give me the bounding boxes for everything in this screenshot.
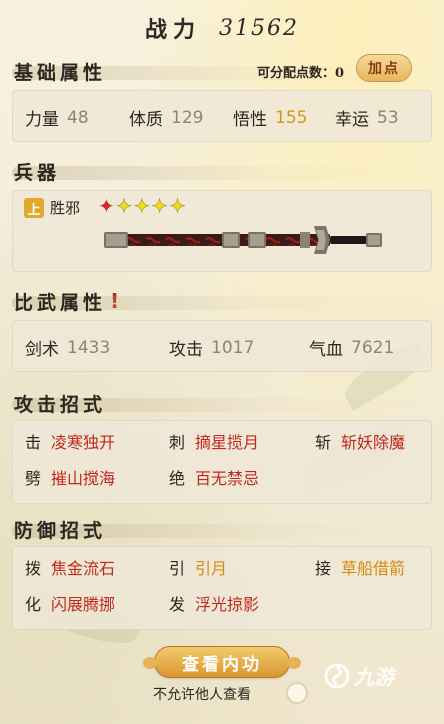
move-type: 刺 (169, 433, 186, 452)
stat-label: 幸运 (335, 110, 369, 130)
section-title: 比武属性 (14, 291, 107, 314)
section-title: 兵器 (14, 161, 61, 184)
sword-icon[interactable] (104, 224, 386, 256)
stat-value: 1017 (211, 337, 255, 358)
move-name: 百无禁忌 (195, 469, 260, 488)
section-title: 防御招式 (14, 519, 107, 542)
watermark: 九游 (324, 661, 394, 690)
stat-luck: 幸运 53 (335, 105, 399, 131)
permit-view-toggle[interactable] (286, 682, 308, 704)
defense-moves-panel: 拨 焦金流石 引 引月 接 草船借箭 化 闪展腾挪 发 浮光掠影 (12, 546, 432, 630)
star-icon: ✦ (133, 194, 151, 218)
move-type: 绝 (169, 469, 186, 488)
stat-label: 力量 (25, 110, 59, 130)
combat-power-value: 31562 (219, 15, 299, 41)
star-icon: ✦ (115, 194, 133, 218)
defense-move[interactable]: 引 引月 (169, 555, 227, 579)
move-type: 化 (25, 595, 42, 614)
move-name: 闪展腾挪 (51, 595, 116, 614)
move-name: 摘星揽月 (195, 433, 260, 452)
move-type: 发 (169, 595, 186, 614)
move-name: 摧山搅海 (51, 469, 116, 488)
move-name: 斩妖除魔 (341, 433, 406, 452)
weapon-grade-badge: 上 (24, 198, 44, 218)
star-icon: ✦ (169, 194, 186, 218)
combat-attributes-panel: 剑术 1433 攻击 1017 气血 7621 (12, 320, 432, 372)
stat-swordsmanship: 剑术 1433 (25, 335, 111, 361)
move-type: 引 (169, 559, 186, 578)
section-attack-moves: 攻击招式 (12, 388, 432, 418)
defense-move[interactable]: 拨 焦金流石 (25, 555, 115, 579)
star-icon: ✦ (151, 194, 169, 218)
stat-comprehension: 悟性 155 (233, 105, 308, 131)
swirl-logo-icon (324, 663, 350, 688)
stat-label: 剑术 (25, 340, 59, 360)
permit-view-label: 不允许他人查看 (153, 687, 251, 703)
move-name: 浮光掠影 (195, 595, 260, 614)
stat-label: 气血 (309, 340, 343, 360)
allocatable-points: 可分配点数：0 (256, 66, 344, 81)
move-type: 斩 (315, 433, 332, 452)
stat-value: 53 (377, 107, 399, 128)
stat-label: 体质 (129, 110, 163, 130)
section-underline (12, 166, 432, 180)
move-type: 击 (25, 433, 42, 452)
stat-hp: 气血 7621 (309, 335, 395, 361)
stat-value: 129 (171, 107, 204, 128)
combat-power-label: 战力 (144, 17, 201, 43)
stat-label: 悟性 (233, 110, 267, 130)
stat-value: 155 (275, 107, 308, 128)
move-name: 引月 (195, 559, 228, 578)
defense-move[interactable]: 化 闪展腾挪 (25, 591, 115, 615)
section-title: 基础属性 (14, 61, 107, 84)
move-type: 拨 (25, 559, 42, 578)
attack-move[interactable]: 劈 摧山搅海 (25, 465, 115, 489)
move-name: 凌寒独开 (51, 433, 116, 452)
combat-power-header: 战力 31562 (0, 8, 444, 48)
move-type: 劈 (25, 469, 42, 488)
attack-move[interactable]: 刺 摘星揽月 (169, 429, 259, 453)
move-name: 草船借箭 (341, 559, 406, 578)
watermark-text: 九游 (354, 665, 394, 689)
view-inner-skills-button[interactable]: 查看内功 (143, 646, 301, 678)
section-weapon: 兵器 (12, 156, 432, 186)
add-points-button[interactable]: 加点 (356, 54, 412, 82)
stat-value: 1433 (67, 337, 111, 358)
stat-attack: 攻击 1017 (169, 335, 255, 361)
weapon-name: 胜邪 (50, 199, 81, 217)
attack-move[interactable]: 斩 斩妖除魔 (315, 429, 405, 453)
attack-move[interactable]: 绝 百无禁忌 (169, 465, 259, 489)
stat-label: 攻击 (169, 340, 203, 360)
move-name: 焦金流石 (51, 559, 116, 578)
attack-moves-panel: 击 凌寒独开 刺 摘星揽月 斩 斩妖除魔 劈 摧山搅海 绝 百无禁忌 (12, 420, 432, 504)
defense-move[interactable]: 发 浮光掠影 (169, 591, 259, 615)
star-icon: ✦ (98, 194, 115, 218)
move-type: 接 (315, 559, 332, 578)
attack-move[interactable]: 击 凌寒独开 (25, 429, 115, 453)
defense-move[interactable]: 接 草船借箭 (315, 555, 405, 579)
stat-value: 48 (67, 107, 89, 128)
section-title: 攻击招式 (14, 393, 107, 416)
section-basic-attributes: 基础属性 (12, 56, 432, 86)
stat-value: 7621 (351, 337, 395, 358)
stat-strength: 力量 48 (25, 105, 89, 131)
weapon-stars: ✦ ✦ ✦ ✦ ✦ (98, 194, 186, 218)
stat-constitution: 体质 129 (129, 105, 204, 131)
basic-attributes-panel: 力量 48 体质 129 悟性 155 幸运 53 (12, 90, 432, 142)
section-combat-attributes: 比武属性 ! (12, 286, 432, 316)
section-defense-moves: 防御招式 (12, 514, 432, 544)
